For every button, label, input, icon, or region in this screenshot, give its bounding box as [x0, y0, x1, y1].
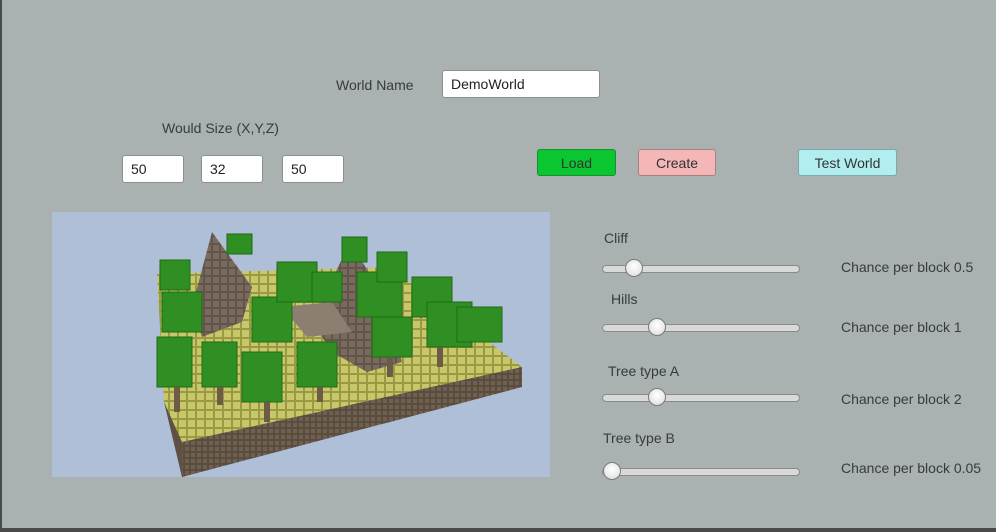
tree-type-a-chance-text: Chance per block 2 — [841, 391, 962, 407]
load-button[interactable]: Load — [537, 149, 616, 176]
hills-chance-text: Chance per block 1 — [841, 319, 962, 335]
create-button-label: Create — [655, 154, 699, 171]
test-world-button-label: Test World — [814, 154, 881, 171]
world-name-label: World Name — [336, 77, 414, 93]
world-preview — [52, 212, 550, 477]
cliff-slider[interactable] — [602, 259, 800, 279]
tree-type-b-slider-handle[interactable] — [602, 462, 621, 480]
create-button[interactable]: Create — [638, 149, 716, 176]
load-button-label: Load — [560, 154, 593, 171]
world-size-label: Would Size (X,Y,Z) — [162, 120, 279, 136]
tree-type-b-slider[interactable] — [602, 462, 800, 482]
tree-type-a-slider-handle[interactable] — [648, 388, 667, 406]
cliff-slider-handle[interactable] — [624, 259, 643, 277]
cliff-chance-text: Chance per block 0.5 — [841, 259, 974, 275]
tree-type-b-chance-text: Chance per block 0.05 — [841, 460, 982, 476]
hills-slider-handle[interactable] — [648, 318, 667, 336]
window-bottom-border — [0, 528, 996, 532]
tree-type-a-slider[interactable] — [602, 388, 800, 408]
voxel-world-preview-image — [156, 232, 522, 477]
world-name-input[interactable] — [442, 70, 600, 98]
hills-slider[interactable] — [602, 318, 800, 338]
tree-type-b-label: Tree type B — [603, 430, 675, 446]
hills-label: Hills — [611, 291, 638, 307]
cliff-label: Cliff — [604, 230, 628, 246]
tree-type-b-slider-track[interactable] — [602, 468, 800, 476]
tree-type-a-label: Tree type A — [608, 363, 680, 379]
tree-type-a-slider-track[interactable] — [602, 394, 800, 402]
window-left-border — [0, 0, 2, 532]
world-size-y-input[interactable] — [201, 155, 263, 183]
hills-slider-track[interactable] — [602, 324, 800, 332]
world-size-x-input[interactable] — [122, 155, 184, 183]
world-size-z-input[interactable] — [282, 155, 344, 183]
test-world-button[interactable]: Test World — [798, 149, 897, 176]
